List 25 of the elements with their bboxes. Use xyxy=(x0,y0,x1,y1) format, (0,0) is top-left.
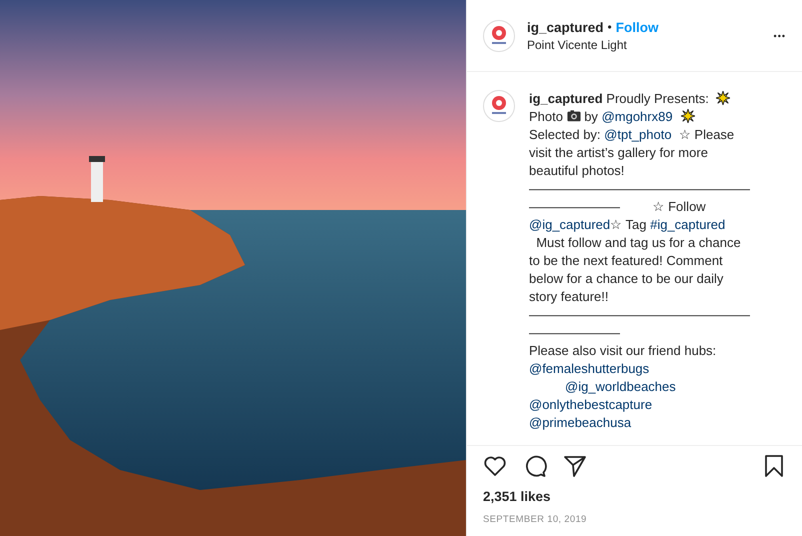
mention-link[interactable]: @mgohrx89 xyxy=(602,109,673,124)
mention-link[interactable]: @ig_worldbeaches xyxy=(565,379,676,394)
post-date: SEPTEMBER 10, 2019 xyxy=(483,514,588,525)
mention-link[interactable]: @primebeachusa xyxy=(529,415,632,430)
mention-link[interactable]: @tpt_photo xyxy=(604,127,672,142)
avatar-icon[interactable] xyxy=(483,90,515,122)
mention-link[interactable]: @femaleshutterbugs xyxy=(529,361,650,376)
camera-icon xyxy=(566,109,581,123)
starburst-icon xyxy=(716,91,730,105)
caption-text: ig_captured Proudly Presents: Photo by @mgohrx89 Selected by: @tpt_photo ☆ Please visit the artist’s gallery for more beautiful photos! ————————————————— ——————— ☆ Follow @ig_captured☆ Tag #ig_captured Must follow and tag us for a chance to be the next featured! Comment below for a chance to be our daily story feature!! ————————————————— ——————— Please also visit our friend hubs: @femaleshutterbugs @ig_worldbeaches @onlythebestcapture @primebeachusa xyxy=(529,90,750,432)
location-link[interactable]: Point Vicente Light xyxy=(527,38,762,52)
mention-link[interactable]: #ig_captured xyxy=(650,217,726,232)
starburst-icon xyxy=(680,109,695,123)
mention-link[interactable]: @ig_captured xyxy=(529,217,610,232)
heart-icon[interactable] xyxy=(483,454,507,478)
likes-count[interactable]: 2,351 likes xyxy=(483,489,786,504)
comment-icon[interactable] xyxy=(523,454,547,478)
share-icon[interactable] xyxy=(563,454,587,478)
avatar-icon[interactable] xyxy=(483,20,515,52)
username-link[interactable]: ig_captured xyxy=(527,20,604,34)
username-link[interactable]: ig_captured xyxy=(529,91,603,106)
more-options-button[interactable]: ••• xyxy=(774,30,786,40)
mention-link[interactable]: @onlythebestcapture xyxy=(529,397,652,412)
separator-dot: • xyxy=(608,20,612,34)
bookmark-icon[interactable] xyxy=(762,454,786,478)
